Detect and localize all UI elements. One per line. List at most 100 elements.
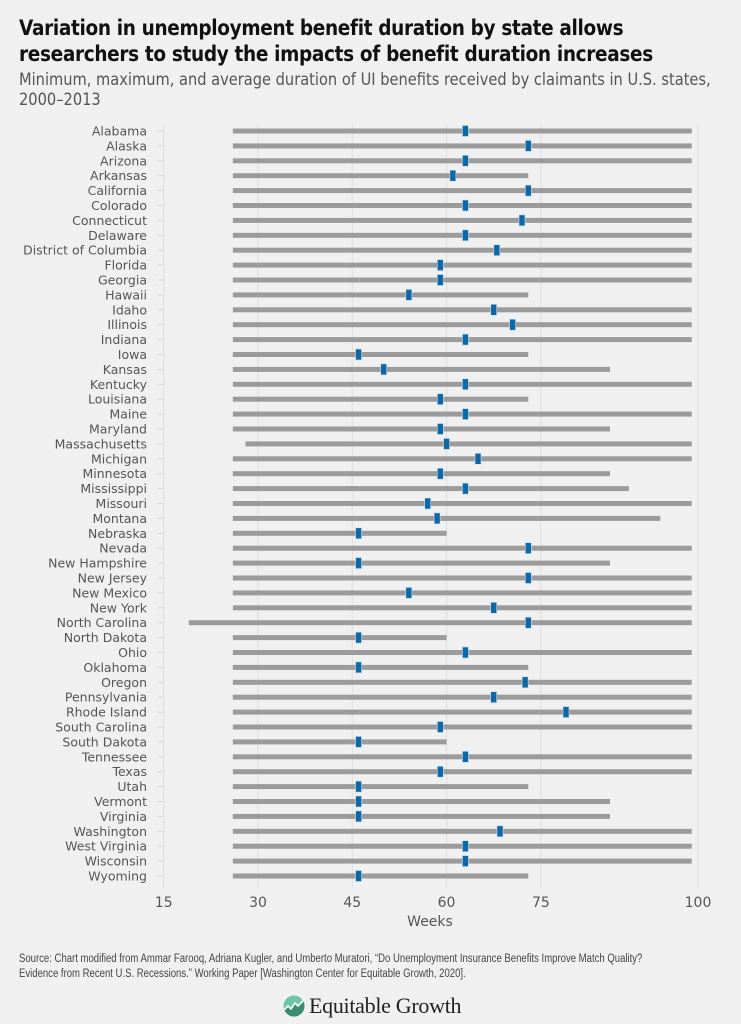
range-bar	[232, 366, 611, 372]
state-label: Missouri	[96, 496, 147, 511]
range-bar	[232, 530, 447, 536]
state-label: Illinois	[107, 317, 147, 332]
average-marker	[436, 274, 444, 286]
range-bar	[232, 664, 529, 670]
x-tick-label: 100	[685, 895, 712, 911]
average-marker	[524, 184, 532, 197]
average-marker	[380, 363, 388, 376]
range-bar	[232, 396, 529, 402]
state-label: Minnesota	[82, 466, 147, 481]
state-label: Louisiana	[88, 392, 147, 407]
x-tick-label: 15	[155, 895, 173, 911]
average-marker	[462, 855, 469, 867]
range-bar	[232, 694, 692, 700]
state-label: Colorado	[91, 198, 147, 213]
average-marker	[490, 303, 498, 316]
range-bar	[232, 143, 692, 149]
average-marker	[436, 721, 444, 733]
average-marker	[496, 825, 504, 838]
x-tick-label: 45	[343, 895, 361, 911]
average-marker	[424, 497, 432, 510]
state-label: Wisconsin	[85, 854, 147, 869]
state-label: South Dakota	[62, 734, 147, 749]
average-marker	[462, 199, 469, 212]
average-marker	[355, 780, 362, 793]
state-label: Rhode Island	[66, 705, 147, 720]
average-marker	[405, 289, 413, 301]
state-label: Maryland	[89, 422, 147, 437]
range-bar	[232, 784, 529, 790]
average-marker	[355, 348, 362, 361]
range-chart: AlabamaAlaskaArizonaArkansasCaliforniaCo…	[23, 124, 712, 931]
range-bar	[232, 352, 529, 357]
range-bar	[232, 486, 629, 492]
x-axis-ticks: 15 30 45 60 75 100	[155, 895, 712, 911]
range-bar	[232, 515, 661, 521]
state-label: Washington	[74, 824, 147, 839]
range-bar	[232, 575, 692, 581]
state-label: Utah	[117, 779, 147, 794]
range-bar	[232, 545, 692, 551]
average-marker	[462, 333, 469, 346]
range-bar	[232, 471, 611, 477]
average-marker	[493, 244, 501, 256]
average-marker	[462, 125, 469, 137]
state-label: West Virginia	[65, 839, 147, 854]
average-marker	[562, 706, 570, 718]
equitable-growth-logo-icon	[283, 995, 305, 1017]
range-bar	[232, 769, 692, 775]
state-label: Delaware	[88, 228, 147, 243]
average-marker	[355, 736, 362, 748]
state-label: Kansas	[103, 362, 147, 377]
state-label: Montana	[93, 511, 148, 526]
logo-text: Equitable Growth	[309, 993, 462, 1018]
state-label: Iowa	[118, 347, 147, 362]
range-bar	[232, 679, 692, 685]
average-marker	[462, 378, 469, 391]
state-label: Oklahoma	[83, 660, 147, 675]
average-marker	[524, 616, 532, 629]
range-bar	[232, 277, 692, 283]
state-label: Mississippi	[80, 481, 147, 496]
x-tick-label: 75	[532, 895, 550, 911]
average-marker	[524, 542, 532, 555]
range-bar	[232, 799, 611, 804]
average-marker	[524, 572, 532, 584]
range-bar	[232, 605, 692, 611]
average-marker	[521, 676, 529, 689]
state-label: North Carolina	[57, 615, 147, 630]
average-marker	[436, 259, 444, 271]
state-label: Alabama	[92, 124, 147, 139]
state-label: Idaho	[112, 302, 147, 317]
range-bar	[232, 873, 529, 879]
range-bar	[232, 188, 692, 194]
state-label: Oregon	[101, 675, 147, 690]
state-label: Michigan	[91, 451, 147, 466]
average-marker	[490, 601, 498, 614]
range-bar	[232, 217, 692, 223]
state-label: Maine	[109, 407, 147, 422]
range-bar	[232, 724, 692, 730]
state-label: Wyoming	[88, 869, 147, 884]
range-bar	[232, 813, 611, 819]
average-marker	[449, 169, 457, 182]
state-label: District of Columbia	[23, 243, 147, 258]
equitable-growth-logo[interactable]: Equitable Growth	[283, 992, 462, 1020]
average-marker	[355, 870, 362, 882]
state-label: South Carolina	[55, 720, 147, 735]
average-marker	[405, 587, 413, 599]
average-marker	[518, 214, 526, 227]
range-bar	[232, 635, 447, 641]
state-label: Kentucky	[90, 377, 148, 392]
average-marker	[355, 631, 362, 644]
range-bar	[232, 501, 692, 506]
average-marker	[462, 750, 469, 763]
range-bar	[232, 426, 611, 432]
range-bar	[232, 173, 529, 179]
average-marker	[436, 467, 444, 480]
range-bar	[232, 307, 692, 313]
range-bar	[245, 441, 692, 447]
state-label: Arizona	[100, 153, 147, 168]
range-bar	[232, 709, 692, 715]
average-marker	[433, 512, 441, 525]
